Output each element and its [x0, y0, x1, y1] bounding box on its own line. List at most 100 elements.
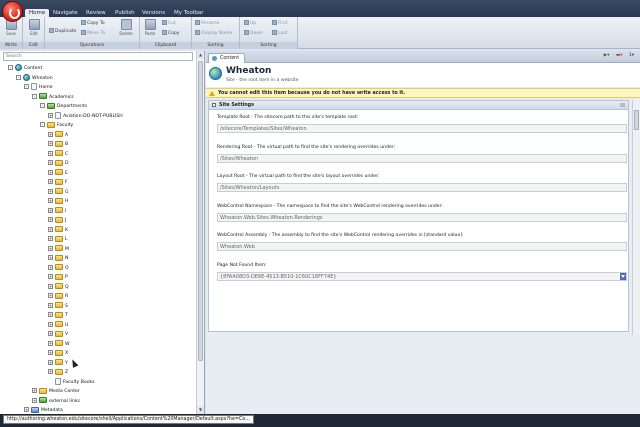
expand-toggle-icon[interactable]: + [48, 160, 53, 165]
tree-node[interactable]: + Y [48, 359, 68, 368]
expand-toggle-icon[interactable]: + [48, 340, 53, 346]
tree-node[interactable]: + J [48, 216, 66, 225]
tree-node[interactable]: + K [48, 226, 68, 235]
tab-navigate[interactable]: Navigate [53, 9, 78, 17]
editor-scroll-thumb[interactable] [634, 110, 639, 130]
sort-last-button[interactable]: Last [272, 30, 287, 36]
tree-node[interactable]: + Metadata [24, 406, 63, 414]
tree-node[interactable]: + A [48, 131, 68, 140]
collapse-toggle-icon[interactable]: - [40, 103, 45, 108]
expand-toggle-icon[interactable]: + [48, 150, 53, 156]
expand-toggle-icon[interactable]: + [48, 236, 53, 241]
tree-node[interactable]: + C [48, 150, 68, 159]
collapse-toggle-icon[interactable]: - [16, 74, 21, 80]
tree-node[interactable]: + P [48, 273, 68, 282]
tree-node[interactable]: + V [48, 330, 68, 339]
tree-node[interactable]: + T [48, 311, 68, 320]
field-input[interactable]: /Sites/Wheaton [217, 153, 627, 163]
tree-node[interactable]: + O [48, 264, 69, 273]
expand-toggle-icon[interactable]: + [32, 397, 37, 403]
tree-node[interactable]: - Home [24, 83, 53, 92]
field-input[interactable]: Wheaton.Web [217, 242, 627, 251]
navigate-arrow-icon[interactable]: ▶▾ [604, 53, 610, 58]
tree-node[interactable]: + X [48, 349, 68, 358]
expand-toggle-icon[interactable]: + [48, 331, 53, 336]
expand-toggle-icon[interactable]: + [48, 217, 53, 222]
tree-node[interactable]: - Academics [32, 93, 74, 102]
collapse-toggle-icon[interactable]: - [32, 93, 37, 99]
collapse-toggle-icon[interactable]: - [8, 65, 13, 70]
duplicate-button[interactable]: Duplicate [49, 28, 76, 34]
tree-node[interactable]: + Z [48, 368, 68, 377]
tab-my-toolbar[interactable]: My Toolbar [174, 9, 204, 17]
expand-toggle-icon[interactable]: + [48, 293, 53, 298]
tree-node[interactable]: + S [48, 302, 68, 311]
expand-toggle-icon[interactable]: + [48, 207, 53, 213]
move-to-button[interactable]: Move To [81, 30, 105, 36]
expand-toggle-icon[interactable]: + [24, 407, 29, 412]
expand-toggle-icon[interactable]: + [48, 302, 53, 308]
tree-node[interactable]: Faculty Books [48, 377, 95, 387]
application-menu-button[interactable] [2, 1, 23, 22]
tree-node[interactable]: + M [48, 245, 69, 254]
collapse-icon[interactable] [212, 103, 216, 107]
collapse-toggle-icon[interactable]: - [24, 84, 29, 89]
tree-search-input[interactable]: Search [3, 52, 193, 61]
sort-down-button[interactable]: Down [244, 30, 263, 36]
tree-node[interactable]: - Content [8, 64, 42, 73]
copy-to-button[interactable]: Copy To [81, 20, 105, 26]
scroll-up-arrow-icon[interactable]: ▲ [197, 51, 204, 59]
delete-button[interactable]: Delete [119, 19, 133, 36]
paste-button[interactable]: Paste [143, 19, 157, 36]
expand-toggle-icon[interactable]: + [48, 255, 53, 260]
tree-node[interactable]: + G [48, 188, 69, 197]
edit-button[interactable]: Edit [27, 19, 41, 36]
tree-node[interactable]: + Aviation-DO-NOT-PUBLISH [48, 111, 123, 121]
editor-scrollbar[interactable] [632, 100, 640, 335]
section-header[interactable]: Site Settings [209, 101, 628, 110]
expand-toggle-icon[interactable]: + [48, 283, 53, 289]
tree-scroll-thumb[interactable] [198, 61, 203, 361]
sort-first-button[interactable]: First [272, 20, 287, 26]
tree-node[interactable]: - Wheaton [16, 73, 53, 83]
expand-toggle-icon[interactable]: + [48, 188, 53, 194]
tree-node[interactable]: + B [48, 140, 68, 149]
tree-node[interactable]: + external links [32, 397, 80, 406]
tree-node[interactable]: + H [48, 197, 68, 206]
display-name-button[interactable]: Display Name [195, 30, 232, 36]
tree-node[interactable]: + D [48, 159, 69, 168]
sort-up-button[interactable]: Up [244, 20, 256, 26]
cut-button[interactable]: Cut [162, 20, 176, 26]
expand-toggle-icon[interactable]: + [48, 245, 53, 251]
tree-node[interactable]: - Departments [40, 102, 87, 111]
expand-toggle-icon[interactable]: + [48, 112, 53, 118]
tree-node[interactable]: + E [48, 169, 68, 178]
tab-review[interactable]: Review [86, 9, 106, 17]
tree-node[interactable]: - Faculty [40, 121, 73, 130]
expand-toggle-icon[interactable]: + [48, 179, 53, 184]
tree-node[interactable]: + F [48, 178, 68, 187]
expand-toggle-icon[interactable]: + [48, 369, 53, 374]
expand-toggle-icon[interactable]: + [48, 312, 53, 317]
expand-toggle-icon[interactable]: + [48, 141, 53, 146]
language-flag-icon[interactable]: ▬▾ [616, 53, 623, 58]
expand-toggle-icon[interactable]: + [48, 350, 53, 355]
expand-toggle-icon[interactable]: + [48, 198, 53, 203]
tab-home[interactable]: Home [25, 9, 50, 17]
expand-toggle-icon[interactable]: + [48, 169, 53, 175]
tree-node[interactable]: + R [48, 292, 68, 301]
expand-toggle-icon[interactable]: + [48, 131, 53, 137]
page-not-found-select[interactable]: {8FAA08D3-DE6E-4513-B510-1C60C16FF74E} [217, 271, 627, 281]
version-selector-icon[interactable]: 1▾ [629, 53, 634, 58]
tree-node[interactable]: + I [48, 207, 66, 216]
expand-toggle-icon[interactable]: + [32, 388, 37, 393]
rename-button[interactable]: Rename [195, 20, 219, 26]
expand-toggle-icon[interactable]: + [48, 264, 53, 270]
copy-button[interactable]: Copy [162, 30, 179, 36]
tree-node[interactable]: + W [48, 340, 70, 349]
section-collapse-icon[interactable] [620, 103, 625, 107]
tree-node[interactable]: + U [48, 321, 68, 330]
tab-versions[interactable]: Versions [142, 9, 165, 17]
tree-node[interactable]: + L [48, 235, 68, 244]
tree-node[interactable]: + Media Center [32, 387, 80, 396]
